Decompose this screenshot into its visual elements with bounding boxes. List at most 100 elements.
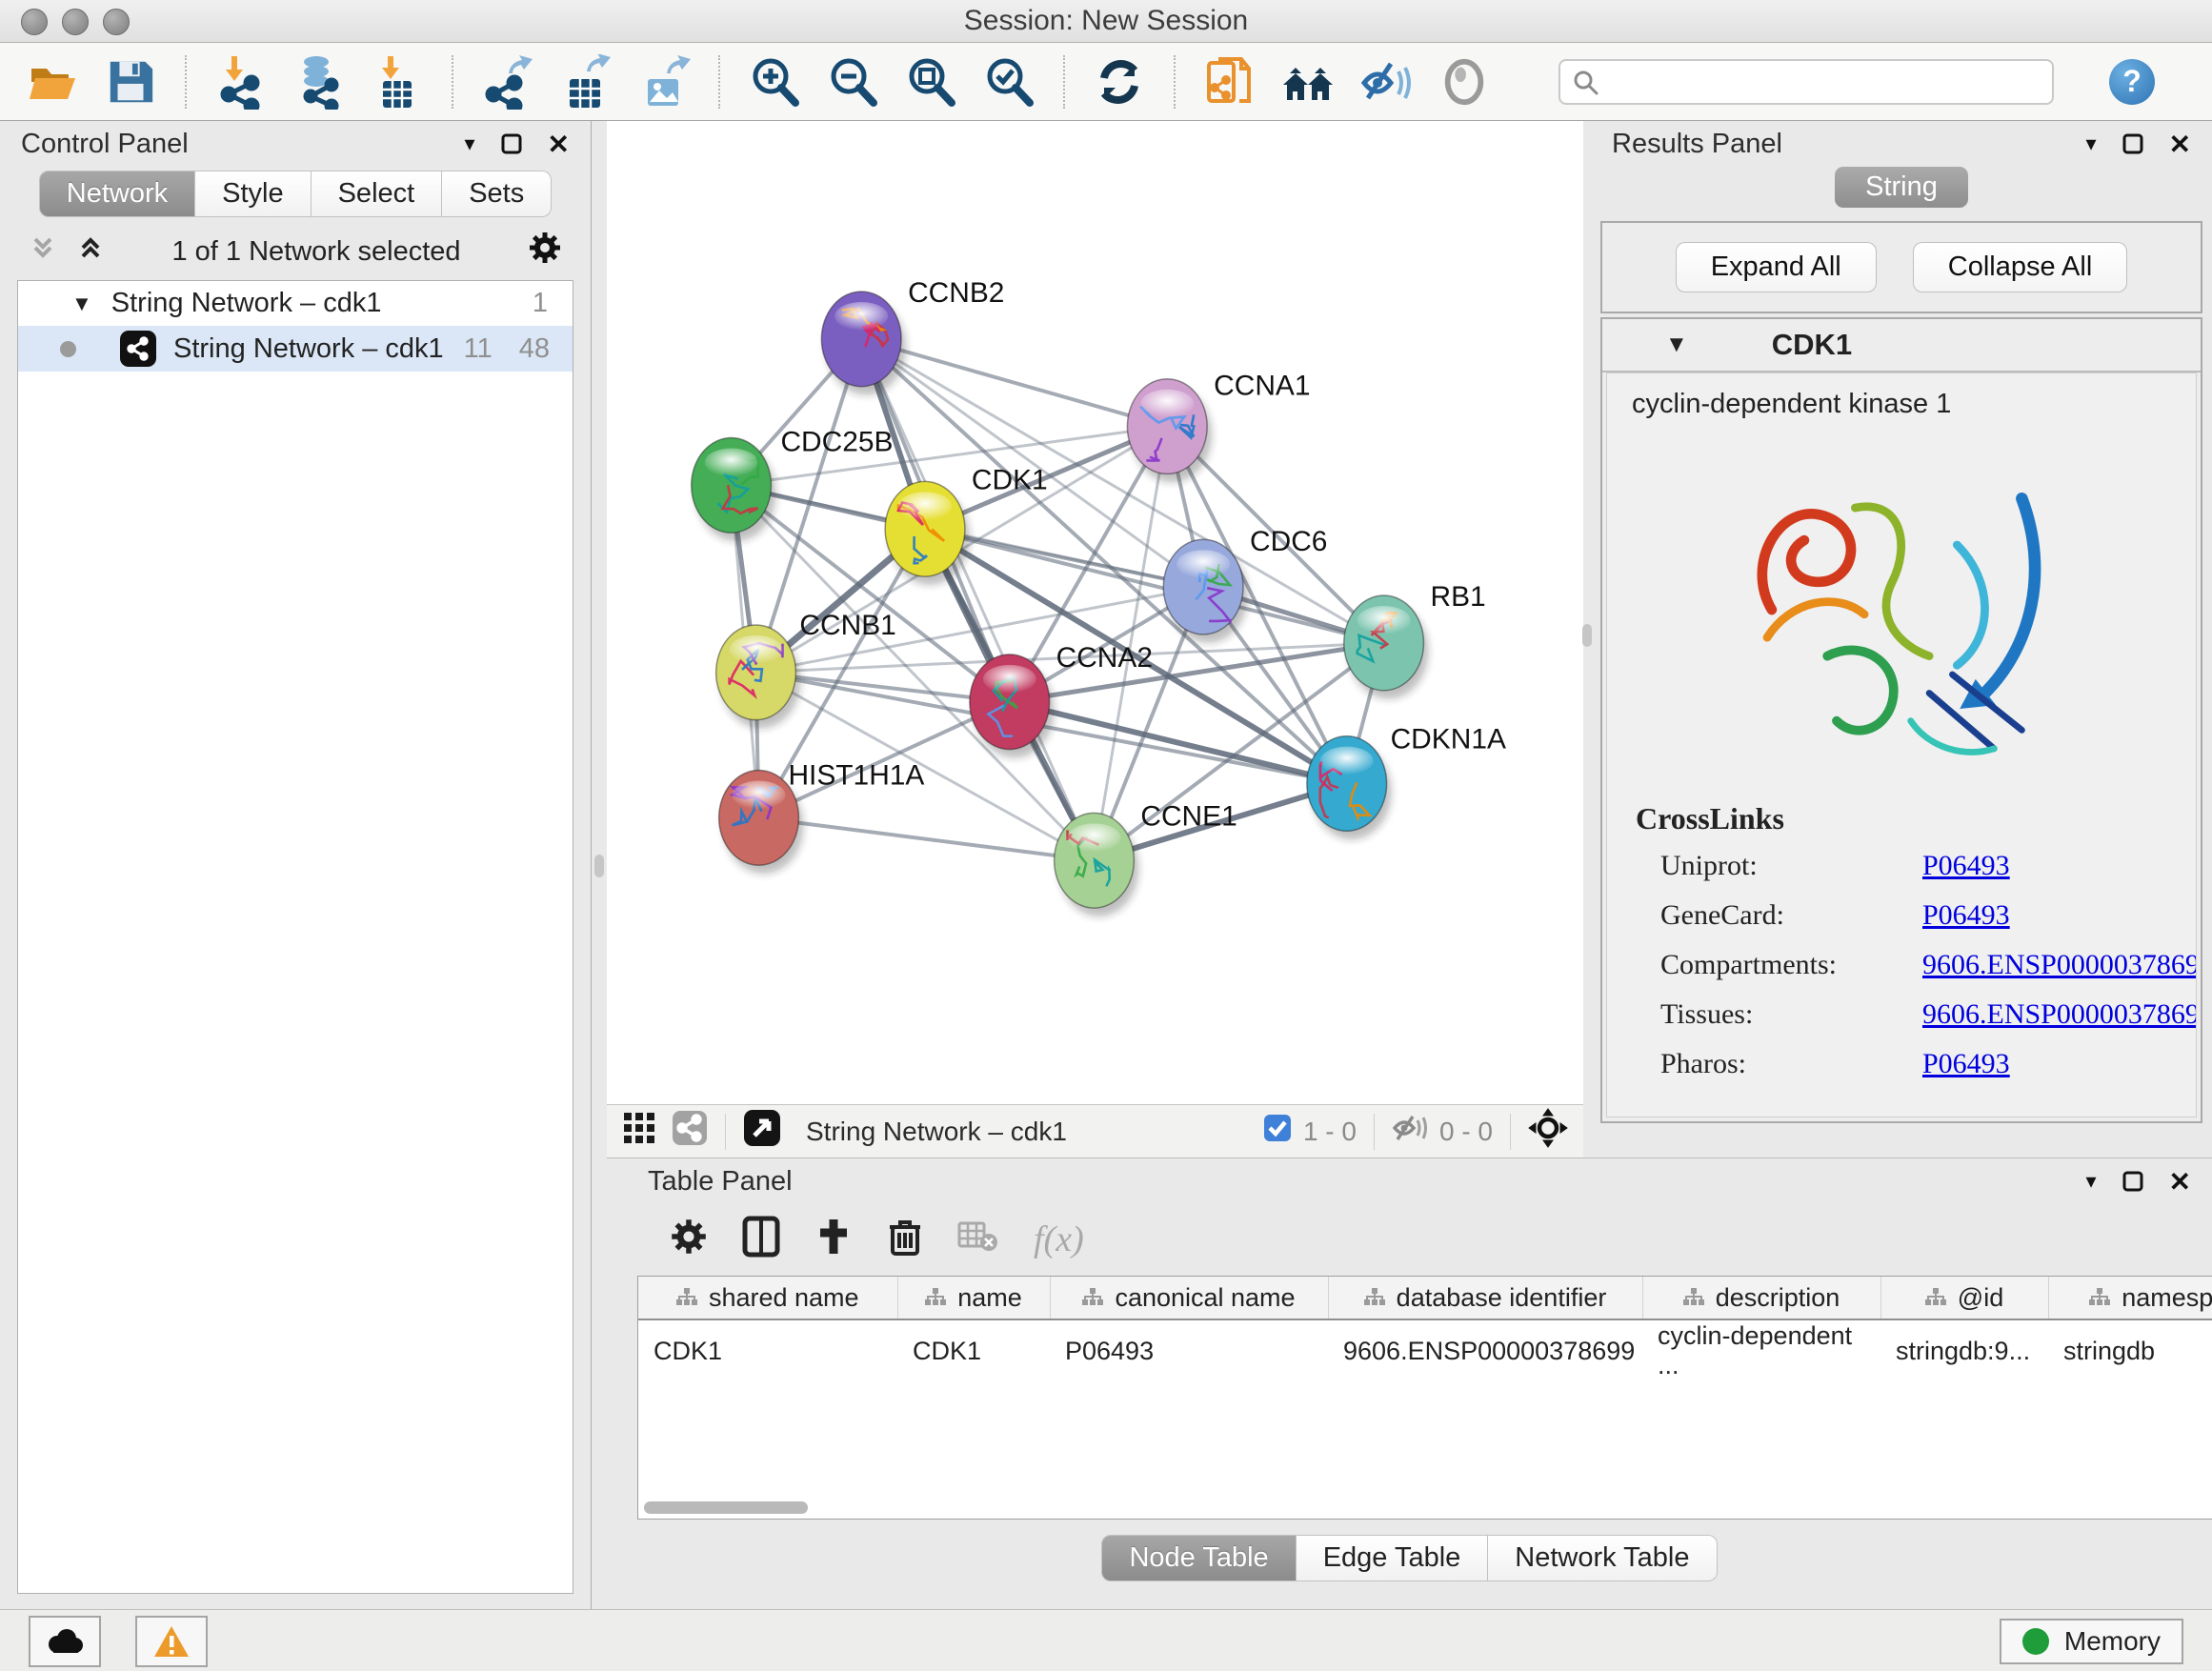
- cell-name[interactable]: CDK1: [897, 1319, 1050, 1381]
- close-window-button[interactable]: [21, 9, 48, 35]
- zoom-window-button[interactable]: [103, 9, 130, 35]
- network-share-icon[interactable]: [672, 1110, 708, 1153]
- network-canvas[interactable]: CCNB2CCNA1CDC25BCDK1CDC6RB1CCNB1CCNA2CDK…: [607, 121, 1583, 1104]
- cell-description[interactable]: cyclin-dependent ...: [1642, 1319, 1880, 1381]
- network-name: String Network – cdk1: [173, 333, 444, 365]
- panel-float-icon[interactable]: [500, 132, 523, 155]
- gene-section-header[interactable]: ▼ CDK1: [1602, 319, 2201, 372]
- export-image-button[interactable]: [636, 54, 692, 110]
- section-expand-icon[interactable]: ▼: [1665, 332, 1688, 358]
- collection-name: String Network – cdk1: [111, 288, 382, 319]
- collapse-all-button[interactable]: Collapse All: [1913, 242, 2128, 292]
- column-header[interactable]: description: [1642, 1277, 1880, 1319]
- network-node-CDC25B[interactable]: CDC25B: [692, 426, 894, 541]
- hide-selected-button[interactable]: [1358, 54, 1414, 110]
- cell-database-identifier[interactable]: 9606.ENSP00000378699: [1328, 1319, 1642, 1381]
- panel-menu-icon[interactable]: ▾: [464, 131, 474, 156]
- panel-menu-icon[interactable]: ▾: [2085, 131, 2096, 156]
- network-collection-row[interactable]: ▼ String Network – cdk1 1: [18, 281, 573, 326]
- pan-crosshair-icon[interactable]: [1528, 1108, 1568, 1155]
- panel-close-icon[interactable]: ✕: [2169, 129, 2191, 160]
- panel-float-icon[interactable]: [2122, 1170, 2144, 1193]
- selected-checkbox-icon[interactable]: [1263, 1114, 1292, 1149]
- show-columns-icon[interactable]: [742, 1216, 780, 1262]
- node-label-CCNA2: CCNA2: [1056, 642, 1153, 674]
- save-session-button[interactable]: [103, 54, 158, 110]
- expand-all-button[interactable]: Expand All: [1676, 242, 1877, 292]
- network-node-CDKN1A[interactable]: CDKN1A: [1307, 724, 1506, 840]
- column-header[interactable]: @id: [1880, 1277, 2048, 1319]
- table-settings-gear-icon[interactable]: [670, 1218, 708, 1260]
- cloud-status-button[interactable]: [29, 1616, 101, 1667]
- memory-button[interactable]: Memory: [2000, 1619, 2183, 1664]
- zoom-selected-button[interactable]: [981, 54, 1036, 110]
- cloud-icon: [44, 1627, 86, 1656]
- birdseye-grid-icon[interactable]: [622, 1111, 656, 1152]
- crosslink-pharos[interactable]: P06493: [1922, 1048, 2197, 1080]
- tab-string[interactable]: String: [1835, 167, 1968, 208]
- column-header[interactable]: shared name: [638, 1277, 897, 1319]
- panel-close-icon[interactable]: ✕: [548, 129, 570, 160]
- tab-select[interactable]: Select: [312, 171, 443, 217]
- export-table-button[interactable]: [558, 54, 613, 110]
- network-node-HIST1H1A[interactable]: HIST1H1A: [719, 759, 925, 874]
- horizontal-scrollbar[interactable]: [644, 1501, 808, 1514]
- crosslink-compartments[interactable]: 9606.ENSP00000378699: [1922, 949, 2197, 981]
- tab-network[interactable]: Network: [39, 171, 195, 217]
- collapse-all-networks-icon[interactable]: [76, 233, 105, 270]
- search-input[interactable]: [1608, 66, 2041, 97]
- cell-shared-name[interactable]: CDK1: [638, 1319, 897, 1381]
- delete-table-icon[interactable]: [957, 1219, 999, 1258]
- tab-sets[interactable]: Sets: [442, 171, 552, 217]
- column-header[interactable]: database identifier: [1328, 1277, 1642, 1319]
- tab-node-table[interactable]: Node Table: [1101, 1535, 1296, 1581]
- refresh-button[interactable]: [1092, 54, 1147, 110]
- panel-float-icon[interactable]: [2122, 132, 2144, 155]
- panel-close-icon[interactable]: ✕: [2169, 1166, 2191, 1198]
- column-header[interactable]: namespace: [2048, 1277, 2212, 1319]
- panel-menu-icon[interactable]: ▾: [2085, 1169, 2096, 1194]
- column-header[interactable]: name: [897, 1277, 1050, 1319]
- string-import-button[interactable]: [1202, 54, 1257, 110]
- crosslink-uniprot[interactable]: P06493: [1922, 850, 2197, 882]
- network-options-gear-icon[interactable]: [528, 231, 562, 272]
- left-splitter[interactable]: [592, 121, 607, 1609]
- import-network-file-button[interactable]: [213, 54, 269, 110]
- add-column-icon[interactable]: [814, 1216, 853, 1262]
- cell-id[interactable]: stringdb:9...: [1880, 1319, 2048, 1381]
- delete-column-trash-icon[interactable]: [887, 1216, 923, 1262]
- zoom-fit-button[interactable]: [903, 54, 958, 110]
- crosslink-genecard[interactable]: P06493: [1922, 899, 2197, 932]
- right-splitter[interactable]: [1583, 121, 1591, 1158]
- import-table-file-button[interactable]: [370, 54, 425, 110]
- cell-namespace[interactable]: stringdb: [2048, 1319, 2212, 1381]
- open-session-button[interactable]: [25, 54, 80, 110]
- help-button[interactable]: ?: [2109, 59, 2155, 105]
- tab-edge-table[interactable]: Edge Table: [1297, 1535, 1489, 1581]
- tab-style[interactable]: Style: [195, 171, 311, 217]
- collection-expand-icon[interactable]: ▼: [71, 292, 92, 316]
- expand-all-networks-icon[interactable]: [29, 233, 57, 270]
- show-all-button[interactable]: [1437, 54, 1492, 110]
- zoom-in-button[interactable]: [747, 54, 802, 110]
- network-node-CDC6[interactable]: CDC6: [1163, 526, 1327, 643]
- network-node-CCNE1[interactable]: CCNE1: [1055, 800, 1237, 916]
- import-network-database-button[interactable]: [292, 54, 347, 110]
- column-header[interactable]: canonical name: [1050, 1277, 1328, 1319]
- zoom-out-button[interactable]: [825, 54, 880, 110]
- warnings-button[interactable]: [135, 1616, 208, 1667]
- open-in-new-window-icon[interactable]: [743, 1109, 781, 1154]
- export-network-button[interactable]: [480, 54, 535, 110]
- network-node-RB1[interactable]: RB1: [1344, 581, 1486, 699]
- crosslink-label: Uniprot:: [1660, 850, 1922, 882]
- hidden-eye-slash-icon[interactable]: [1392, 1113, 1428, 1150]
- crosslink-tissues[interactable]: 9606.ENSP00000378699: [1922, 998, 2197, 1031]
- table-row[interactable]: CDK1 CDK1 P06493 9606.ENSP00000378699 cy…: [638, 1319, 2212, 1381]
- network-row[interactable]: String Network – cdk1 11 48: [18, 326, 573, 372]
- tab-network-table[interactable]: Network Table: [1488, 1535, 1717, 1581]
- network-node-CCNA1[interactable]: CCNA1: [1127, 371, 1310, 483]
- string-home-button[interactable]: [1280, 54, 1336, 110]
- minimize-window-button[interactable]: [62, 9, 89, 35]
- cell-canonical-name[interactable]: P06493: [1050, 1319, 1328, 1381]
- function-builder-icon[interactable]: f(x): [1034, 1218, 1084, 1260]
